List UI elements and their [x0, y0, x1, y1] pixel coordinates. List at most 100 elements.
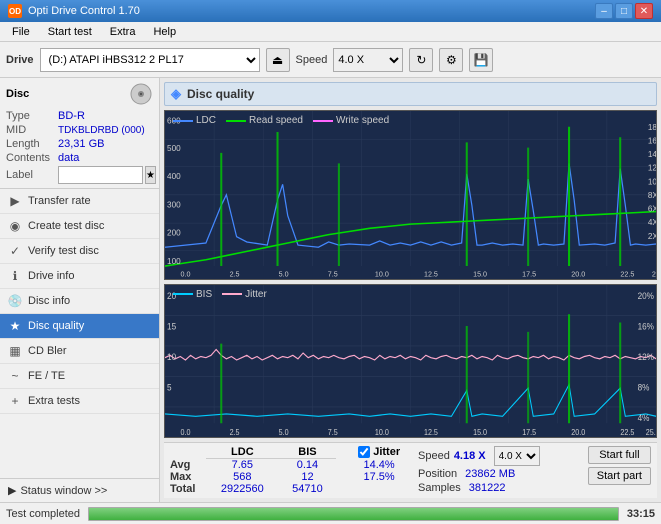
chart-container: LDC Read speed Write speed: [164, 110, 657, 438]
speed-stat-value: 4.18 X: [454, 450, 486, 462]
menu-start-test[interactable]: Start test: [40, 24, 100, 40]
svg-text:22.5: 22.5: [620, 269, 634, 278]
svg-text:10.0: 10.0: [375, 427, 389, 437]
menu-file[interactable]: File: [4, 24, 38, 40]
sidebar-item-drive-info[interactable]: ℹ Drive info: [0, 264, 159, 289]
svg-text:18X: 18X: [648, 123, 656, 132]
sidebar-item-extra-tests[interactable]: + Extra tests: [0, 389, 159, 414]
maximize-button[interactable]: □: [615, 3, 633, 19]
svg-text:10.0: 10.0: [375, 269, 389, 278]
status-window-label: Status window >>: [20, 485, 107, 497]
read-speed-color: [226, 120, 246, 122]
jitter-header: Jitter: [373, 446, 400, 458]
disc-mid-row: MID TDKBLDRBD (000): [6, 124, 153, 136]
panel-header: ◈ Disc quality: [164, 82, 657, 106]
jitter-color: [222, 293, 242, 295]
verify-test-disc-icon: ✓: [8, 244, 22, 258]
legend-ldc: LDC: [173, 115, 216, 126]
jitter-checkbox[interactable]: [358, 446, 370, 458]
svg-text:10: 10: [167, 351, 176, 362]
disc-quality-panel: ◈ Disc quality LDC Read speed: [160, 78, 661, 502]
jitter-legend-label: Jitter: [245, 289, 267, 300]
upper-chart-legend: LDC Read speed Write speed: [167, 113, 395, 128]
svg-text:15.0: 15.0: [473, 427, 487, 437]
panel-title: Disc quality: [187, 87, 254, 101]
svg-text:17.5: 17.5: [522, 269, 536, 278]
max-jitter: 17.5%: [348, 471, 410, 483]
svg-text:12.5: 12.5: [424, 427, 438, 437]
lower-chart: BIS Jitter: [164, 284, 657, 438]
sidebar-item-fe-te[interactable]: ~ FE / TE: [0, 364, 159, 389]
sidebar-item-disc-info[interactable]: 💿 Disc info: [0, 289, 159, 314]
svg-text:16X: 16X: [648, 136, 656, 145]
drive-label: Drive: [6, 54, 34, 66]
disc-mid-value: TDKBLDRBD (000): [58, 125, 145, 136]
progress-bar-fill: [89, 508, 618, 520]
stats-panel: LDC BIS Jitter Avg: [164, 442, 657, 498]
svg-text:400: 400: [167, 172, 181, 181]
status-window-button[interactable]: ▶ Status window >>: [0, 478, 159, 502]
lower-chart-legend: BIS Jitter: [167, 287, 273, 302]
disc-label-row: Label ★: [6, 166, 153, 184]
sidebar-item-transfer-rate[interactable]: ▶ Transfer rate: [0, 189, 159, 214]
cd-bler-icon: ▦: [8, 344, 22, 358]
minimize-button[interactable]: –: [595, 3, 613, 19]
title-bar-left: OD Opti Drive Control 1.70: [8, 4, 140, 18]
total-bis: 54710: [279, 483, 337, 495]
speed-select[interactable]: 4.0 X: [333, 48, 403, 72]
stats-table: LDC BIS Jitter Avg: [170, 446, 410, 495]
sidebar-item-cd-bler[interactable]: ▦ CD Bler: [0, 339, 159, 364]
disc-panel: Disc Type BD-R MID TDKBLDRBD (000) Lengt…: [0, 78, 159, 189]
panel-icon: ◈: [171, 86, 181, 102]
action-buttons: Start full Start part: [588, 446, 651, 485]
sidebar-item-verify-test-disc[interactable]: ✓ Verify test disc: [0, 239, 159, 264]
total-label: Total: [170, 483, 206, 495]
close-button[interactable]: ✕: [635, 3, 653, 19]
title-bar: OD Opti Drive Control 1.70 – □ ✕: [0, 0, 661, 22]
menu-help[interactable]: Help: [145, 24, 184, 40]
legend-jitter: Jitter: [222, 289, 267, 300]
drive-select[interactable]: (D:) ATAPI iHBS312 2 PL17: [40, 48, 260, 72]
save-button[interactable]: 💾: [469, 48, 493, 72]
content-area: ◈ Disc quality LDC Read speed: [160, 78, 661, 502]
disc-contents-label: Contents: [6, 152, 58, 164]
sidebar: Disc Type BD-R MID TDKBLDRBD (000) Lengt…: [0, 78, 160, 502]
svg-text:22.5: 22.5: [620, 427, 634, 437]
progress-bar: [88, 507, 619, 521]
svg-text:2X: 2X: [648, 232, 656, 241]
disc-quality-icon: ★: [8, 319, 22, 333]
avg-ldc: 7.65: [206, 459, 279, 472]
svg-text:12X: 12X: [648, 164, 656, 173]
svg-text:500: 500: [167, 144, 181, 153]
svg-text:10X: 10X: [648, 177, 656, 186]
start-part-button[interactable]: Start part: [588, 467, 651, 485]
lower-chart-svg: 20% 16% 12% 8% 4% 20 15 10 5 0.0 2.5 5.0: [165, 285, 656, 437]
fe-te-icon: ~: [8, 369, 22, 383]
max-label: Max: [170, 471, 206, 483]
svg-text:200: 200: [167, 229, 181, 238]
status-window-icon: ▶: [8, 484, 16, 497]
sidebar-item-create-test-disc[interactable]: ◉ Create test disc: [0, 214, 159, 239]
upper-chart-svg: 18X 16X 14X 12X 10X 8X 6X 4X 2X 600 500 …: [165, 111, 656, 279]
svg-text:2.5: 2.5: [230, 269, 240, 278]
refresh-button[interactable]: ↻: [409, 48, 433, 72]
svg-text:25.0 GB: 25.0 GB: [652, 269, 656, 278]
menu-extra[interactable]: Extra: [102, 24, 144, 40]
disc-label-input[interactable]: [58, 166, 143, 184]
svg-text:2.5: 2.5: [230, 427, 240, 437]
speed-stat-select[interactable]: 4.0 X: [494, 446, 540, 466]
start-full-button[interactable]: Start full: [588, 446, 651, 464]
verify-test-disc-label: Verify test disc: [28, 245, 99, 257]
eject-button[interactable]: ⏏: [266, 48, 290, 72]
samples-label: Samples: [418, 482, 461, 494]
fe-te-label: FE / TE: [28, 370, 65, 382]
svg-text:4X: 4X: [648, 218, 656, 227]
settings-button[interactable]: ⚙: [439, 48, 463, 72]
extra-tests-icon: +: [8, 394, 22, 408]
disc-type-row: Type BD-R: [6, 110, 153, 122]
svg-text:12.5: 12.5: [424, 269, 438, 278]
sidebar-item-disc-quality[interactable]: ★ Disc quality: [0, 314, 159, 339]
disc-label-btn[interactable]: ★: [145, 166, 156, 184]
disc-section-title: Disc: [6, 88, 29, 100]
svg-text:16%: 16%: [638, 321, 655, 332]
